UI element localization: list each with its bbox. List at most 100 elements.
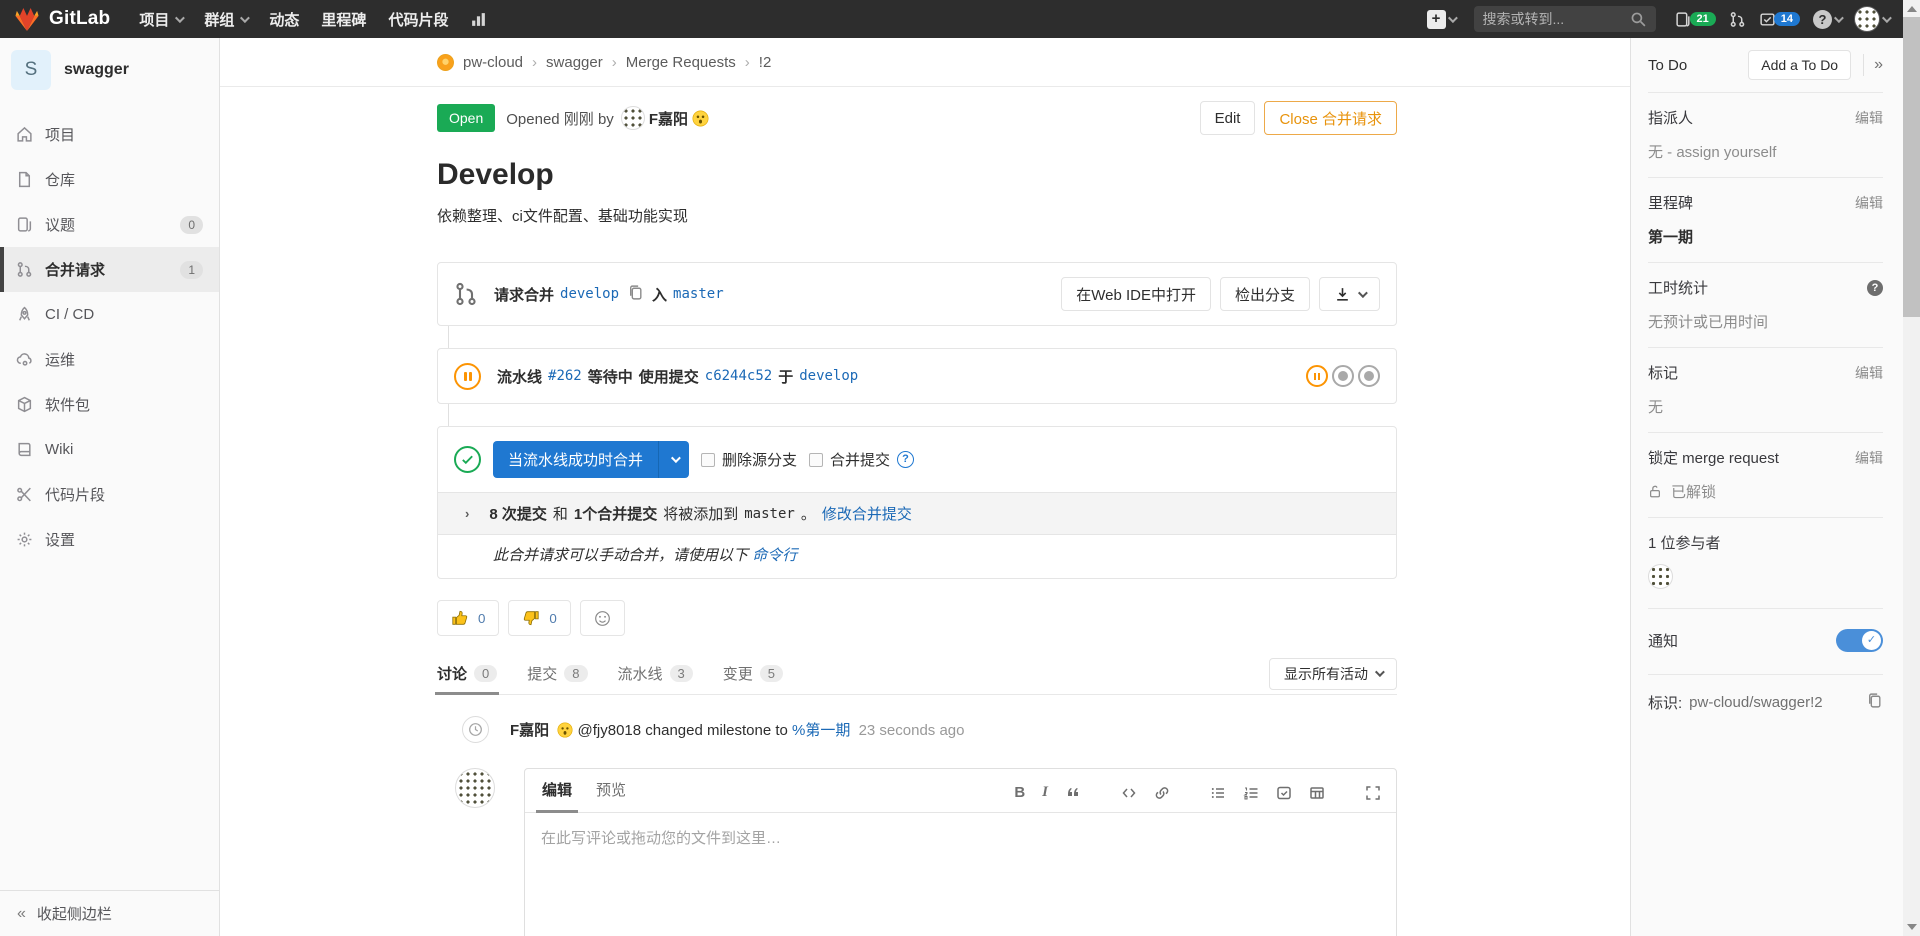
sidebar-item-project[interactable]: 项目 [0,112,219,157]
project-header[interactable]: S swagger [0,38,219,100]
squash-commits-option[interactable]: 合并提交 ? [809,449,914,470]
stage-created-icon[interactable] [1358,365,1380,387]
breadcrumb-section[interactable]: Merge Requests [626,54,736,71]
download-dropdown-button[interactable] [1319,277,1380,311]
nav-projects[interactable]: 项目 [128,0,193,38]
milestone-edit-button[interactable]: 编辑 [1855,193,1883,213]
add-emoji-button[interactable] [580,600,625,636]
merge-options-caret[interactable] [658,441,689,478]
modify-merge-commit-link[interactable]: 修改合并提交 [822,503,912,524]
tab-pipelines[interactable]: 流水线3 [618,653,693,694]
sidebar-item-merge-requests[interactable]: 合并请求 1 [0,247,219,292]
assignee-edit-button[interactable]: 编辑 [1855,108,1883,128]
new-menu-button[interactable]: + [1427,10,1455,29]
sidebar-item-repository[interactable]: 仓库 [0,157,219,202]
tanuki-icon [14,7,40,32]
expand-commits-icon[interactable]: › [465,506,469,521]
thumbs-up-button[interactable]: 0 [437,600,499,636]
squash-help-icon[interactable]: ? [897,451,914,468]
thumbs-down-button[interactable]: 0 [508,600,570,636]
close-mr-button[interactable]: Close 合并请求 [1264,101,1397,135]
pipeline-paused-icon[interactable] [454,363,481,390]
time-tracking-help-icon[interactable]: ? [1867,280,1883,296]
tab-changes[interactable]: 变更5 [723,653,783,694]
issues-dropdown[interactable]: 21 [1675,11,1716,28]
page-scrollbar[interactable] [1903,0,1920,936]
nav-activity[interactable]: 动态 [258,0,310,38]
sidebar-item-operations[interactable]: 运维 [0,337,219,382]
breadcrumb-project[interactable]: swagger [546,54,603,71]
code-icon[interactable] [1121,785,1137,801]
stage-paused-icon[interactable] [1306,365,1328,387]
milestone-link[interactable]: %第一期 [792,722,850,739]
tab-discussion[interactable]: 讨论0 [437,653,497,694]
help-dropdown[interactable]: ? [1813,10,1841,29]
stage-created-icon[interactable] [1332,365,1354,387]
search-input[interactable]: 搜索或转到... [1474,6,1656,32]
pipeline-branch-link[interactable]: develop [799,368,858,384]
sidebar-item-issues[interactable]: 议题 0 [0,202,219,247]
link-icon[interactable] [1154,785,1170,801]
scrollbar-thumb[interactable] [1903,17,1920,317]
italic-icon[interactable]: I [1042,784,1048,801]
pipeline-status: 等待中 [588,366,633,387]
nav-milestones[interactable]: 里程碑 [310,0,377,38]
todos-button[interactable]: 14 [1759,11,1800,28]
pipeline-number-link[interactable]: #262 [548,368,582,384]
remove-source-branch-checkbox[interactable] [701,453,715,467]
activity-author[interactable]: F嘉阳 [510,722,549,739]
numbered-list-icon[interactable] [1243,785,1259,801]
collapse-sidebar-icon[interactable]: » [1874,56,1883,74]
tab-preview[interactable]: 预览 [594,779,628,812]
sidebar-item-packages[interactable]: 软件包 [0,382,219,427]
activity-filter-dropdown[interactable]: 显示所有活动 [1269,658,1397,690]
milestone-value[interactable]: 第一期 [1648,226,1883,247]
add-todo-button[interactable]: Add a To Do [1748,50,1851,80]
todos-count-badge: 14 [1774,12,1800,26]
breadcrumb-group[interactable]: pw-cloud [463,54,523,71]
tab-write[interactable]: 编辑 [540,779,574,812]
task-list-icon[interactable] [1276,785,1292,801]
comment-textarea[interactable] [525,813,1396,936]
edit-button[interactable]: Edit [1200,101,1256,135]
source-branch-link[interactable]: develop [560,286,619,302]
user-menu[interactable] [1854,6,1889,32]
scroll-down-icon[interactable] [1907,924,1917,930]
checkout-branch-button[interactable]: 检出分支 [1220,277,1310,311]
merge-when-pipeline-succeeds-button[interactable]: 当流水线成功时合并 [493,441,689,478]
charts-icon[interactable] [459,0,498,38]
copy-branch-icon[interactable] [627,284,644,305]
bullet-list-icon[interactable] [1210,785,1226,801]
sidebar-item-snippets[interactable]: 代码片段 [0,472,219,517]
target-branch-link[interactable]: master [673,286,724,302]
command-line-link[interactable]: 命令行 [752,547,797,564]
merge-requests-button[interactable] [1729,11,1746,28]
author-name[interactable]: F嘉阳 [649,108,688,129]
sidebar-item-wiki[interactable]: Wiki [0,427,219,472]
sidebar-item-settings[interactable]: 设置 [0,517,219,562]
assignee-value[interactable]: 无 - assign yourself [1648,141,1883,162]
table-icon[interactable] [1309,785,1325,801]
request-merge-label: 请求合并 [494,284,554,305]
squash-commits-checkbox[interactable] [809,453,823,467]
participant-avatar[interactable] [1648,564,1673,589]
tab-commits[interactable]: 提交8 [527,653,587,694]
collapse-sidebar-button[interactable]: « 收起侧边栏 [0,890,219,936]
copy-reference-icon[interactable] [1866,692,1883,713]
bold-icon[interactable]: B [1014,784,1025,801]
quote-icon[interactable] [1065,785,1081,801]
labels-edit-button[interactable]: 编辑 [1855,363,1883,383]
nav-snippets[interactable]: 代码片段 [377,0,459,38]
scissors-icon [16,486,33,503]
author-avatar[interactable] [621,106,645,130]
web-ide-button[interactable]: 在Web IDE中打开 [1061,277,1211,311]
fullscreen-icon[interactable] [1365,785,1381,801]
remove-source-branch-option[interactable]: 删除源分支 [701,449,797,470]
scroll-up-icon[interactable] [1907,6,1917,12]
nav-groups[interactable]: 群组 [193,0,258,38]
gitlab-logo[interactable]: GitLab [14,7,110,32]
notifications-toggle[interactable]: ✓ [1836,629,1883,652]
lock-edit-button[interactable]: 编辑 [1855,448,1883,468]
commit-sha-link[interactable]: c6244c52 [705,368,772,384]
sidebar-item-ci-cd[interactable]: CI / CD [0,292,219,337]
